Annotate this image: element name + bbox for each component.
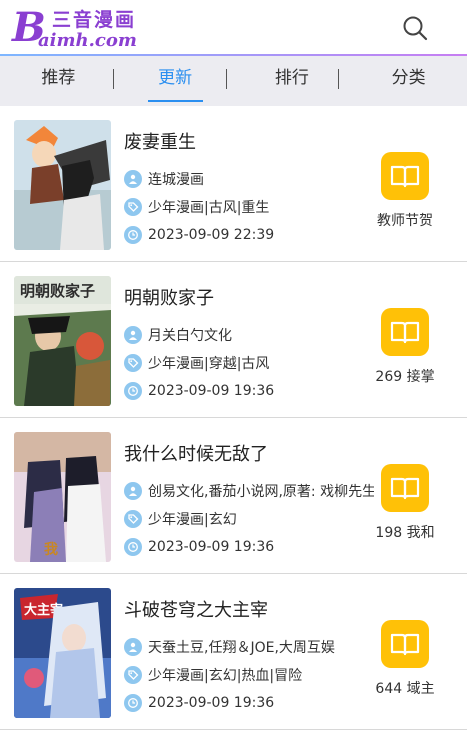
latest-chapter[interactable]: 644 域主 [362, 678, 448, 698]
logo-domain-text: aimh.com [38, 30, 137, 51]
comic-list-item[interactable]: 我 我什么时候无敌了 创易文化,番茄小说网,原著: 戏柳先生 少年漫画|玄幻 2… [0, 418, 467, 574]
book-icon [390, 633, 420, 656]
book-icon [390, 477, 420, 500]
search-icon[interactable] [400, 13, 430, 43]
read-button[interactable] [381, 620, 429, 668]
book-icon [390, 165, 420, 188]
comic-cover[interactable]: 大主宰 [14, 588, 111, 718]
comic-author-row: 连城漫画 [124, 169, 374, 189]
user-icon [124, 638, 142, 656]
comic-time-row: 2023-09-09 19:36 [124, 381, 374, 401]
latest-chapter[interactable]: 198 我和 [362, 522, 448, 542]
comic-list-item[interactable]: 明朝败家子 明朝败家子 月关白勺文化 少年漫画|穿越|古风 2023-09-09… [0, 262, 467, 418]
comic-update-time: 2023-09-09 22:39 [148, 227, 275, 243]
comic-cover[interactable] [14, 120, 111, 250]
site-header: B 三音漫画 aimh.com [0, 0, 467, 56]
comic-update-time: 2023-09-09 19:36 [148, 383, 275, 399]
comic-author: 创易文化,番茄小说网,原著: 戏柳先生 [148, 484, 374, 500]
comic-tags-row: 少年漫画|古风|重生 [124, 197, 374, 217]
comic-update-time: 2023-09-09 19:36 [148, 539, 275, 555]
clock-icon [124, 694, 142, 712]
comic-author: 连城漫画 [148, 172, 204, 188]
comic-time-row: 2023-09-09 22:39 [124, 225, 374, 245]
user-icon [124, 170, 142, 188]
read-button[interactable] [381, 308, 429, 356]
comic-tags: 少年漫画|穿越|古风 [148, 356, 270, 372]
svg-text:我: 我 [44, 542, 58, 558]
tab-update[interactable]: 更新 [117, 56, 234, 106]
comic-title[interactable]: 我什么时候无敌了 [124, 440, 268, 466]
read-button[interactable] [381, 464, 429, 512]
tag-icon [124, 354, 142, 372]
tab-separator [338, 69, 339, 89]
tab-separator [226, 69, 227, 89]
comic-tags-row: 少年漫画|玄幻|热血|冒险 [124, 665, 374, 685]
clock-icon [124, 226, 142, 244]
tab-category[interactable]: 分类 [350, 56, 467, 106]
tab-recommend[interactable]: 推荐 [0, 56, 117, 106]
comic-title[interactable]: 废妻重生 [124, 128, 196, 154]
comic-author-row: 月关白勺文化 [124, 325, 374, 345]
logo-chinese-text: 三音漫画 [52, 9, 137, 31]
latest-chapter[interactable]: 269 接掌 [362, 366, 448, 386]
comic-title[interactable]: 明朝败家子 [124, 284, 214, 310]
latest-chapter[interactable]: 教师节贺 [362, 210, 448, 230]
read-button[interactable] [381, 152, 429, 200]
comic-title[interactable]: 斗破苍穹之大主宰 [124, 596, 268, 622]
comic-tags: 少年漫画|玄幻 [148, 512, 237, 528]
tab-separator [113, 69, 114, 89]
comic-tags-row: 少年漫画|玄幻 [124, 509, 374, 529]
book-icon [390, 321, 420, 344]
comic-list: 废妻重生 连城漫画 少年漫画|古风|重生 2023-09-09 22:39 教师… [0, 106, 467, 730]
comic-cover[interactable]: 明朝败家子 [14, 276, 111, 406]
clock-icon [124, 538, 142, 556]
comic-tags: 少年漫画|玄幻|热血|冒险 [148, 668, 303, 684]
comic-time-row: 2023-09-09 19:36 [124, 537, 374, 557]
clock-icon [124, 382, 142, 400]
tab-ranking[interactable]: 排行 [234, 56, 351, 106]
tag-icon [124, 666, 142, 684]
tag-icon [124, 510, 142, 528]
comic-tags-row: 少年漫画|穿越|古风 [124, 353, 374, 373]
user-icon [124, 482, 142, 500]
comic-tags: 少年漫画|古风|重生 [148, 200, 270, 216]
comic-author: 天蚕土豆,任翔＆JOE,大周互娱 [148, 640, 335, 656]
svg-text:明朝败家子: 明朝败家子 [20, 282, 95, 300]
nav-tabs: 推荐 更新 排行 分类 [0, 56, 467, 106]
site-logo[interactable]: B 三音漫画 aimh.com [12, 6, 162, 52]
comic-cover[interactable]: 我 [14, 432, 111, 562]
comic-list-item[interactable]: 大主宰 斗破苍穹之大主宰 天蚕土豆,任翔＆JOE,大周互娱 少年漫画|玄幻|热血… [0, 574, 467, 730]
comic-author-row: 天蚕土豆,任翔＆JOE,大周互娱 [124, 637, 374, 657]
user-icon [124, 326, 142, 344]
comic-author-row: 创易文化,番茄小说网,原著: 戏柳先生 [124, 481, 374, 501]
comic-list-item[interactable]: 废妻重生 连城漫画 少年漫画|古风|重生 2023-09-09 22:39 教师… [0, 106, 467, 262]
tag-icon [124, 198, 142, 216]
comic-time-row: 2023-09-09 19:36 [124, 693, 374, 713]
comic-author: 月关白勺文化 [148, 328, 232, 344]
comic-update-time: 2023-09-09 19:36 [148, 695, 275, 711]
